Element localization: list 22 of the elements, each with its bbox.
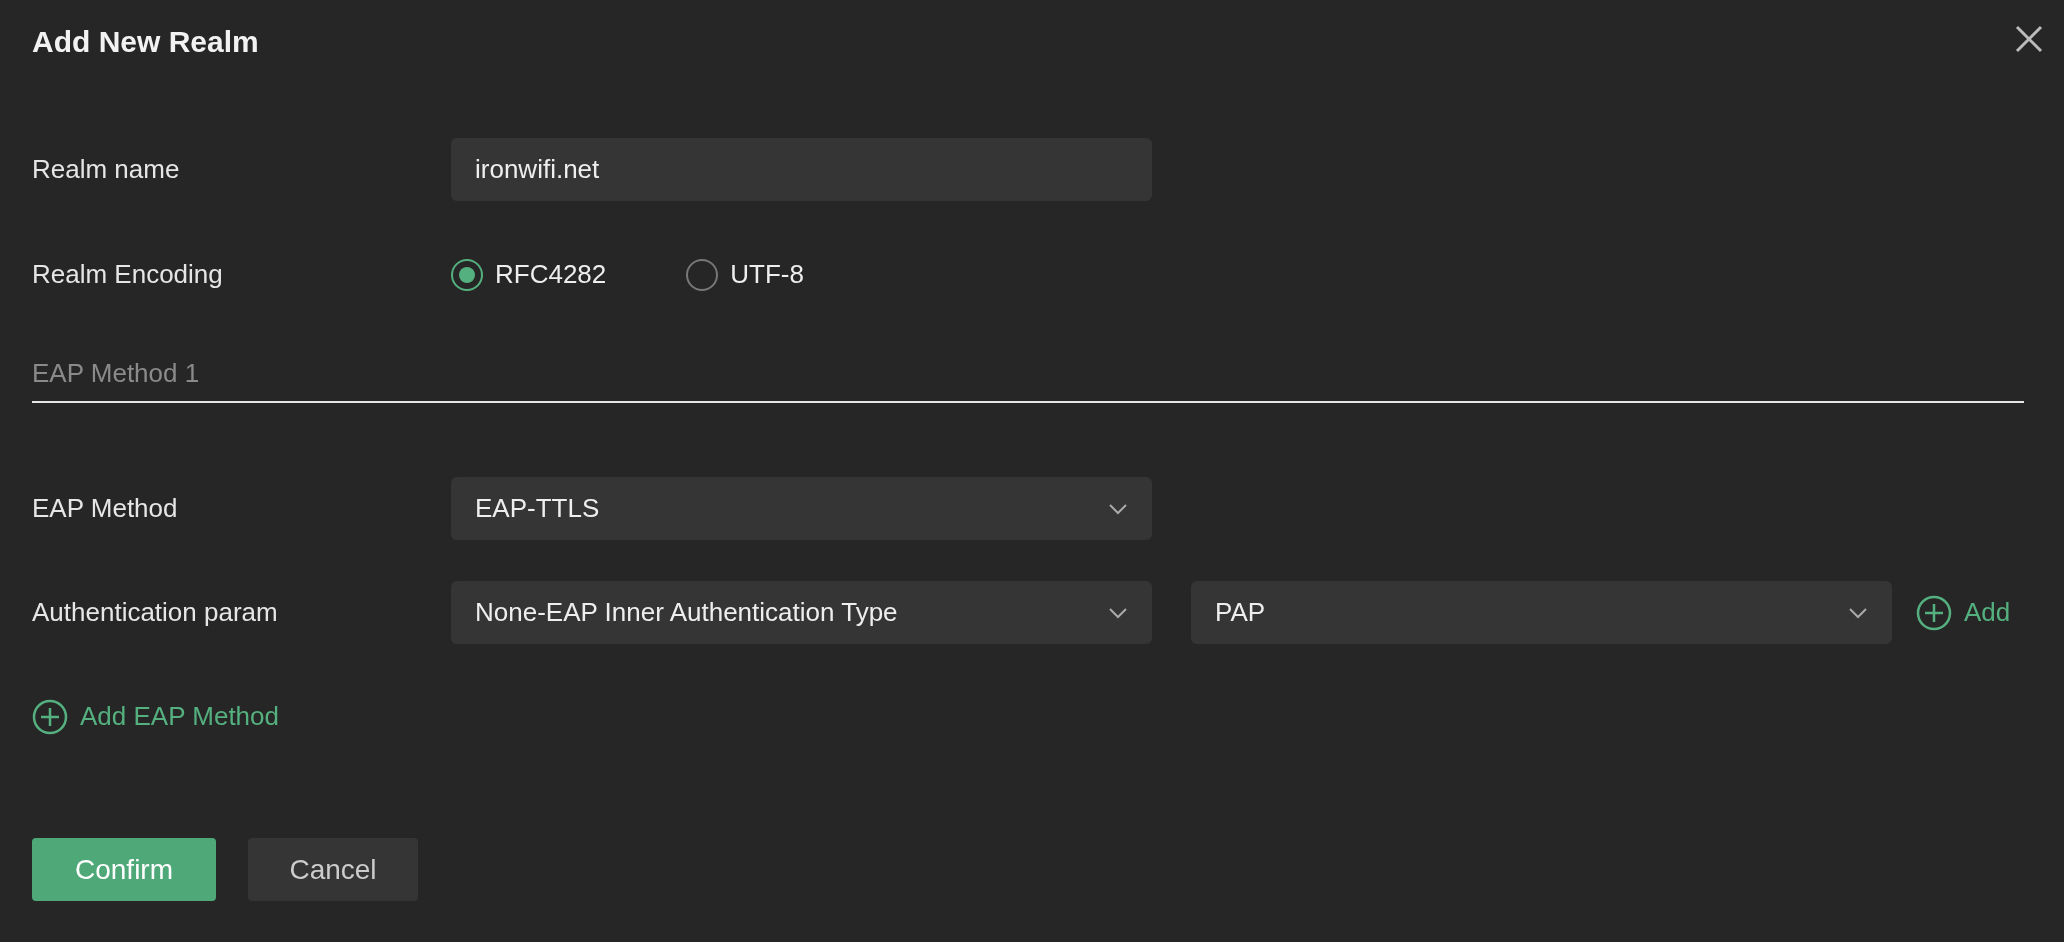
radio-button[interactable]	[451, 258, 483, 291]
chevron-down-icon	[1108, 502, 1128, 515]
field-label: Realm Encoding	[32, 258, 224, 291]
auth-type-dropdown[interactable]: None-EAP Inner Authentication Type	[451, 581, 1152, 644]
eap-method-dropdown[interactable]: EAP-TTLS	[451, 477, 1152, 540]
field-label: EAP Method	[32, 492, 179, 525]
add-button[interactable]: Add	[1916, 593, 2011, 632]
field-label: Realm name	[32, 153, 181, 186]
add-eap-method-button[interactable]: Add EAP Method	[32, 697, 279, 736]
plus-circle-icon	[32, 698, 68, 735]
dialog-title: Add New Realm	[32, 24, 259, 60]
auth-value-dropdown[interactable]: PAP	[1191, 581, 1892, 644]
section-heading: EAP Method 1	[32, 354, 2024, 403]
plus-circle-icon	[1916, 594, 1952, 631]
radio-option[interactable]: RFC4282	[451, 255, 607, 294]
chevron-down-icon	[1108, 606, 1128, 619]
realm-name-field[interactable]: ironwifi.net	[451, 138, 1152, 201]
cancel-button[interactable]: Cancel	[248, 838, 418, 901]
field-label: Authentication param	[32, 596, 279, 629]
chevron-down-icon	[1848, 606, 1868, 619]
radio-option[interactable]: UTF-8	[686, 255, 804, 294]
radio-button[interactable]	[686, 258, 719, 291]
